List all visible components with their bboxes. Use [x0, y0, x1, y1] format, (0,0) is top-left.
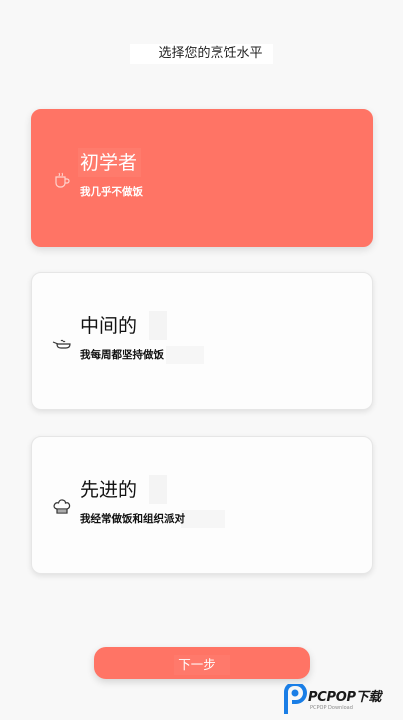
- watermark-brand: PCPOP下载: [308, 690, 382, 705]
- level-card-advanced[interactable]: 先进的 我经常做饭和组织派对: [31, 436, 373, 574]
- page-title-text: 选择您的烹饪水平: [130, 44, 273, 64]
- level-card-beginner[interactable]: 初学者 我几乎不做饭: [31, 109, 373, 247]
- next-button-label: 下一步: [174, 654, 230, 675]
- level-title: 中间的: [78, 311, 168, 340]
- watermark-tagline: PCPOP Download: [310, 705, 353, 711]
- level-title: 初学者: [78, 148, 142, 177]
- level-card-intermediate[interactable]: 中间的 我每周都坚持做饭: [31, 272, 373, 410]
- level-description: 我每周都坚持做饭: [78, 346, 204, 364]
- frying-pan-icon: [52, 333, 72, 353]
- coffee-cup-icon: [52, 170, 72, 190]
- level-description: 我经常做饭和组织派对: [78, 510, 225, 528]
- next-button[interactable]: 下一步: [94, 647, 310, 679]
- chef-hat-icon: [52, 497, 72, 517]
- watermark: PCPOP下载 PCPOP Download: [282, 682, 402, 718]
- page-title: 选择您的烹饪水平: [0, 42, 403, 64]
- pcpop-logo-icon: [282, 682, 310, 716]
- level-title: 先进的: [78, 475, 168, 504]
- level-description: 我几乎不做饭: [80, 186, 143, 198]
